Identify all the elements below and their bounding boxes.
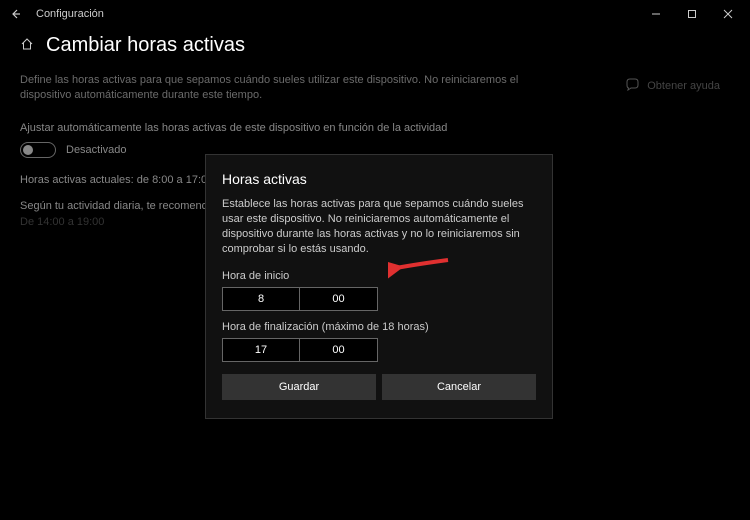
minimize-button[interactable] bbox=[638, 0, 674, 28]
close-button[interactable] bbox=[710, 0, 746, 28]
page-title: Cambiar horas activas bbox=[46, 34, 245, 57]
home-icon[interactable] bbox=[20, 37, 34, 54]
start-minute-input[interactable]: 00 bbox=[300, 287, 378, 311]
save-button[interactable]: Guardar bbox=[222, 374, 376, 400]
auto-adjust-label: Ajustar automáticamente las horas activa… bbox=[20, 122, 730, 134]
cancel-button[interactable]: Cancelar bbox=[382, 374, 536, 400]
maximize-button[interactable] bbox=[674, 0, 710, 28]
dialog-description: Establece las horas activas para que sep… bbox=[222, 197, 536, 256]
end-time-label: Hora de finalización (máximo de 18 horas… bbox=[222, 321, 536, 333]
active-hours-dialog: Horas activas Establece las horas activa… bbox=[205, 154, 553, 419]
page-description: Define las horas activas para que sepamo… bbox=[20, 73, 520, 104]
help-label: Obtener ayuda bbox=[647, 80, 720, 92]
help-icon bbox=[626, 78, 639, 94]
current-hours-text: Horas activas actuales: de 8:00 a 17:00 bbox=[20, 174, 213, 186]
minimize-icon bbox=[651, 9, 661, 19]
toggle-state-label: Desactivado bbox=[66, 144, 127, 156]
arrow-left-icon bbox=[10, 8, 22, 20]
window-title: Configuración bbox=[36, 8, 104, 20]
maximize-icon bbox=[687, 9, 697, 19]
end-minute-input[interactable]: 00 bbox=[300, 338, 378, 362]
end-time-picker: 17 00 bbox=[222, 338, 536, 362]
dialog-title: Horas activas bbox=[222, 171, 536, 187]
help-link[interactable]: Obtener ayuda bbox=[626, 78, 720, 94]
titlebar: Configuración bbox=[0, 0, 750, 28]
start-time-picker: 8 00 bbox=[222, 287, 536, 311]
toggle-knob bbox=[23, 145, 33, 155]
end-hour-input[interactable]: 17 bbox=[222, 338, 300, 362]
auto-adjust-toggle[interactable] bbox=[20, 142, 56, 158]
start-time-label: Hora de inicio bbox=[222, 270, 536, 282]
start-hour-input[interactable]: 8 bbox=[222, 287, 300, 311]
back-button[interactable] bbox=[4, 2, 28, 26]
close-icon bbox=[723, 9, 733, 19]
